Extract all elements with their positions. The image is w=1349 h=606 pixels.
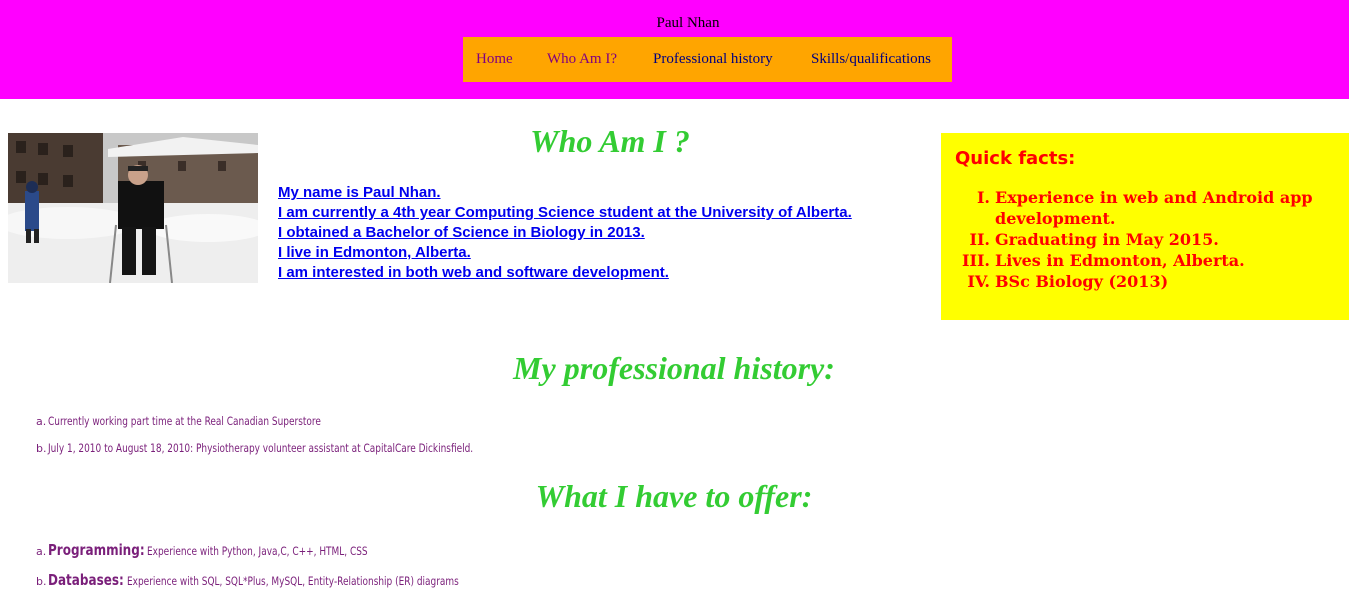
history-text: Currently working part time at the Real … bbox=[48, 414, 321, 428]
quick-fact-item: IV. BSc Biology (2013) bbox=[967, 271, 1335, 292]
offer-key: Programming: bbox=[48, 541, 145, 559]
offer-heading: What I have to offer: bbox=[535, 478, 813, 514]
list-marker: b. bbox=[36, 575, 47, 588]
quick-fact-item: I. Experience in web and Android app deve… bbox=[977, 187, 1335, 229]
site-header: Paul Nhan Home Who Am I? Professional hi… bbox=[0, 0, 1349, 99]
main-nav: Home Who Am I? Professional history Skil… bbox=[463, 37, 952, 82]
list-marker: a. bbox=[36, 545, 47, 558]
fact-text: BSc Biology (2013) bbox=[995, 272, 1169, 291]
list-marker: b. bbox=[36, 442, 47, 455]
nav-skills-qualifications[interactable]: Skills/qualifications bbox=[811, 51, 931, 68]
fact-numeral: III. bbox=[961, 251, 990, 270]
about-link-study[interactable]: I am currently a 4th year Computing Scie… bbox=[278, 203, 852, 223]
fact-numeral: II. bbox=[969, 230, 990, 249]
offer-list: a. Programming: Experience with Python, Ja… bbox=[36, 540, 552, 600]
quick-facts-panel: Quick facts: I. Experience in web and And… bbox=[941, 133, 1349, 320]
offer-item: a. Programming: Experience with Python, Ja… bbox=[36, 540, 552, 570]
about-list: My name is Paul Nhan. I am currently a 4… bbox=[278, 183, 852, 283]
nav-professional-history[interactable]: Professional history bbox=[653, 51, 773, 68]
fact-numeral: IV. bbox=[967, 272, 990, 291]
fact-numeral: I. bbox=[976, 188, 990, 207]
about-link-interests[interactable]: I am interested in both web and software… bbox=[278, 263, 852, 283]
about-link-degree[interactable]: I obtained a Bachelor of Science in Biol… bbox=[278, 223, 852, 243]
fact-text: Experience in web and Android app develo… bbox=[995, 188, 1313, 228]
nav-who-am-i[interactable]: Who Am I? bbox=[547, 51, 617, 68]
about-heading: Who Am I ? bbox=[530, 123, 690, 159]
site-title: Paul Nhan bbox=[656, 15, 720, 31]
offer-text: Experience with SQL, SQL*Plus, MySQL, En… bbox=[126, 574, 459, 588]
list-marker: a. bbox=[36, 415, 47, 428]
fact-text: Lives in Edmonton, Alberta. bbox=[995, 251, 1245, 270]
offer-text: Experience with Python, Java,C, C++, HTM… bbox=[146, 544, 368, 558]
about-link-location[interactable]: I live in Edmonton, Alberta. bbox=[278, 243, 852, 263]
quick-fact-item: II. Graduating in May 2015. bbox=[969, 229, 1335, 250]
offer-item: b. Databases: Experience with SQL, SQL*Plu… bbox=[36, 570, 552, 600]
fact-text: Graduating in May 2015. bbox=[995, 230, 1219, 249]
profile-photo bbox=[8, 133, 258, 283]
history-item: a. Currently working part time at the Rea… bbox=[36, 410, 593, 437]
about-link-name[interactable]: My name is Paul Nhan. bbox=[278, 183, 852, 203]
quick-facts-list: I. Experience in web and Android app deve… bbox=[962, 187, 1335, 292]
history-text: July 1, 2010 to August 18, 2010: Physiot… bbox=[48, 441, 474, 455]
history-item: b. July 1, 2010 to August 18, 2010: Physi… bbox=[36, 437, 593, 464]
quick-fact-item: III. Lives in Edmonton, Alberta. bbox=[962, 250, 1335, 271]
offer-key: Databases: bbox=[48, 571, 124, 589]
quick-facts-title: Quick facts: bbox=[955, 148, 1076, 169]
history-list: a. Currently working part time at the Rea… bbox=[36, 410, 593, 464]
nav-home[interactable]: Home bbox=[476, 51, 513, 68]
history-heading: My professional history: bbox=[513, 350, 835, 386]
